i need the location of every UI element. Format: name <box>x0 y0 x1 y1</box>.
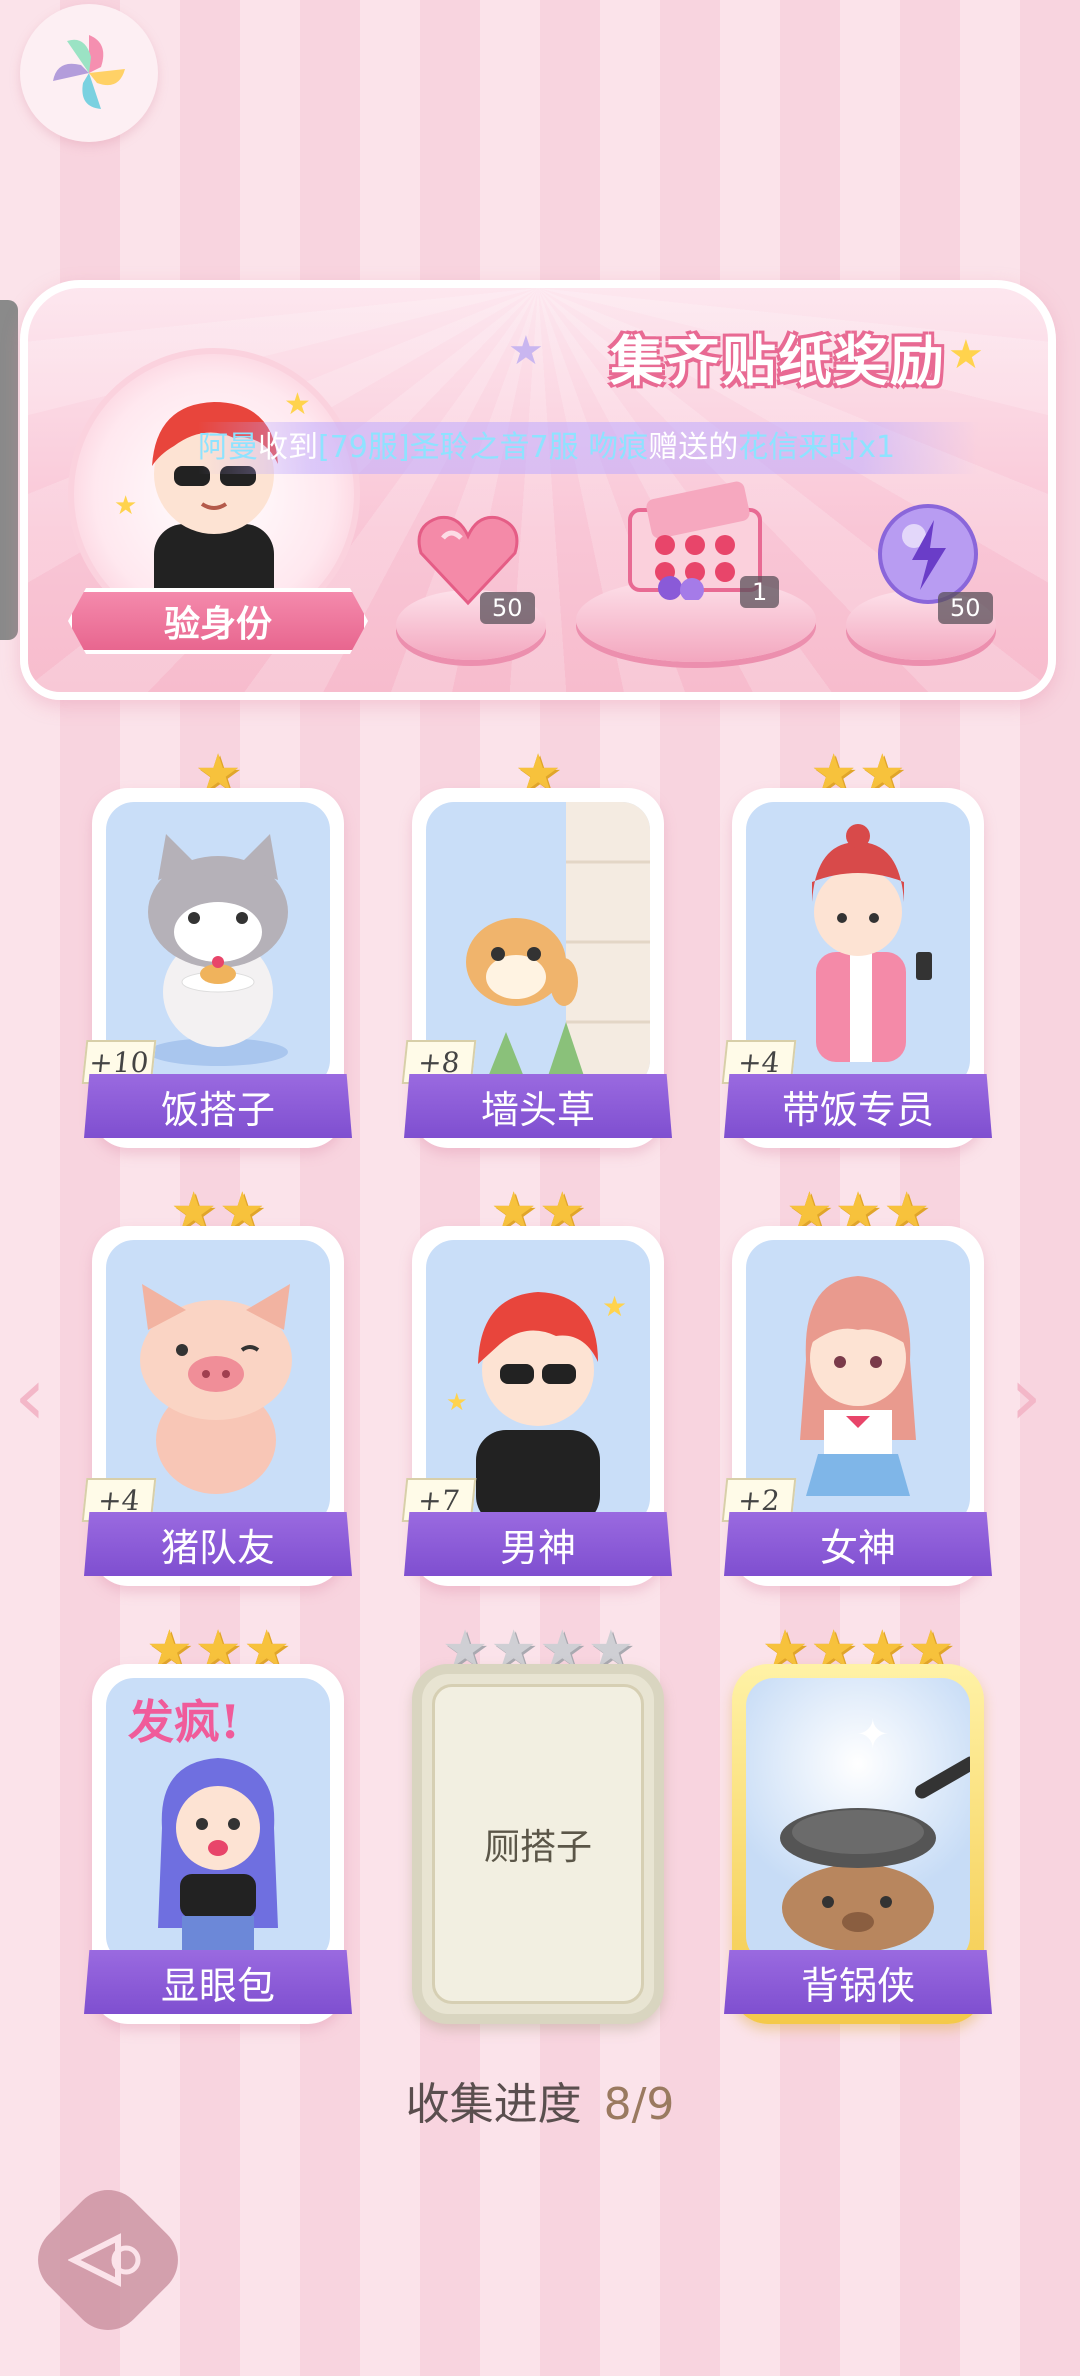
sticker-name: 显眼包 <box>84 1950 352 2014</box>
svg-text:★: ★ <box>446 1388 468 1416</box>
sticker-card[interactable]: ★ +10 饭搭子 <box>81 746 352 1166</box>
reward-count: 50 <box>938 592 993 624</box>
sticker-name: 饭搭子 <box>84 1074 352 1138</box>
star-icon: ★ <box>508 328 544 374</box>
sticker-name: 带饭专员 <box>724 1074 992 1138</box>
sticker-card[interactable]: ★ ★ ★ 发疯! 显眼包 <box>84 1622 352 2042</box>
sticker-card[interactable]: ★ ★ +4 带饭专员 <box>721 746 992 1166</box>
sticker-frame: +4 带饭专员 <box>721 788 992 1148</box>
sticker-card-locked[interactable]: ★ ★ ★ ★ 厕搭子 <box>408 1622 668 2042</box>
sticker-frame: ★ ★ +7 男神 <box>401 1226 672 1586</box>
collection-progress: 收集进度 8/9 <box>0 2068 1080 2132</box>
sticker-name: 厕搭子 <box>432 1684 644 2004</box>
sticker-name: 女神 <box>724 1512 992 1576</box>
sticker-name: 墙头草 <box>404 1074 672 1138</box>
pinwheel-icon <box>53 35 125 109</box>
reward-panel: ★ 集齐贴纸奖励 ★ ★ ★ 验身份 阿曼收到[79服]圣聆之音7服 吻痕赠送的… <box>20 280 1056 700</box>
sticker-frame: +8 墙头草 <box>401 788 672 1148</box>
svg-text:★: ★ <box>602 1290 627 1323</box>
gift-marquee: 阿曼收到[79服]圣聆之音7服 吻痕赠送的花信来时x1 <box>198 422 978 474</box>
sticker-card[interactable]: ★ ★ ★ +2 女神 <box>721 1184 992 1604</box>
marquee-item: [79服]圣聆之音7服 <box>318 430 579 465</box>
star-icon: ★ <box>948 332 984 378</box>
marquee-text: 赠送的 <box>648 430 739 465</box>
marquee-text <box>579 430 589 465</box>
sticker-caption: 发疯! <box>128 1695 241 1749</box>
marquee-text: 收到 <box>258 430 318 465</box>
capybara-pan-icon: ✦ <box>780 1712 970 1952</box>
sticker-frame: +10 饭搭子 <box>81 788 352 1148</box>
sticker-card-gold[interactable]: ★ ★ ★ ★ ✦ 背锅侠 <box>724 1622 992 2042</box>
marquee-gift: 花信来时x1 <box>738 430 896 465</box>
sticker-name: 男神 <box>404 1512 672 1576</box>
sticker-frame: ✦ 背锅侠 <box>724 1664 992 2024</box>
side-drawer-handle[interactable] <box>0 300 18 640</box>
svg-text:✦: ✦ <box>856 1712 890 1758</box>
app-logo[interactable] <box>20 4 158 142</box>
svg-text:★: ★ <box>114 491 137 521</box>
marquee-sender: 吻痕 <box>588 430 649 465</box>
progress-value: 8/9 <box>603 2079 675 2130</box>
sticker-image: ✦ <box>746 1678 970 1964</box>
prev-page-arrow-icon[interactable]: ‹ <box>14 1350 46 1443</box>
next-page-arrow-icon[interactable]: › <box>1010 1350 1042 1443</box>
reward-count: 50 <box>480 592 535 624</box>
reward-title: 集齐贴纸奖励 <box>610 329 946 393</box>
locked-frame: 厕搭子 <box>412 1664 664 2024</box>
progress-label: 收集进度 <box>405 2079 582 2130</box>
sticker-frame: +2 女神 <box>721 1226 992 1586</box>
back-arrow-icon <box>48 2200 168 2320</box>
sticker-card[interactable]: ★ ★ +4 猪队友 <box>81 1184 352 1604</box>
sticker-frame: +4 猪队友 <box>81 1226 352 1586</box>
sticker-card[interactable]: ★ ★ ★ ★ +7 男神 <box>401 1184 672 1604</box>
sticker-card[interactable]: ★ +8 墙头草 <box>401 746 672 1166</box>
sticker-name: 背锅侠 <box>724 1950 992 2014</box>
verify-identity-button[interactable]: 验身份 <box>68 588 368 654</box>
reward-count: 1 <box>740 576 780 608</box>
marquee-user: 阿曼 <box>198 430 258 465</box>
lightning-orb-icon <box>878 504 978 604</box>
sticker-image: 发疯! <box>106 1678 330 1964</box>
svg-text:★: ★ <box>284 387 311 422</box>
sticker-frame: 发疯! 显眼包 <box>84 1664 352 2024</box>
sticker-name: 猪队友 <box>84 1512 352 1576</box>
